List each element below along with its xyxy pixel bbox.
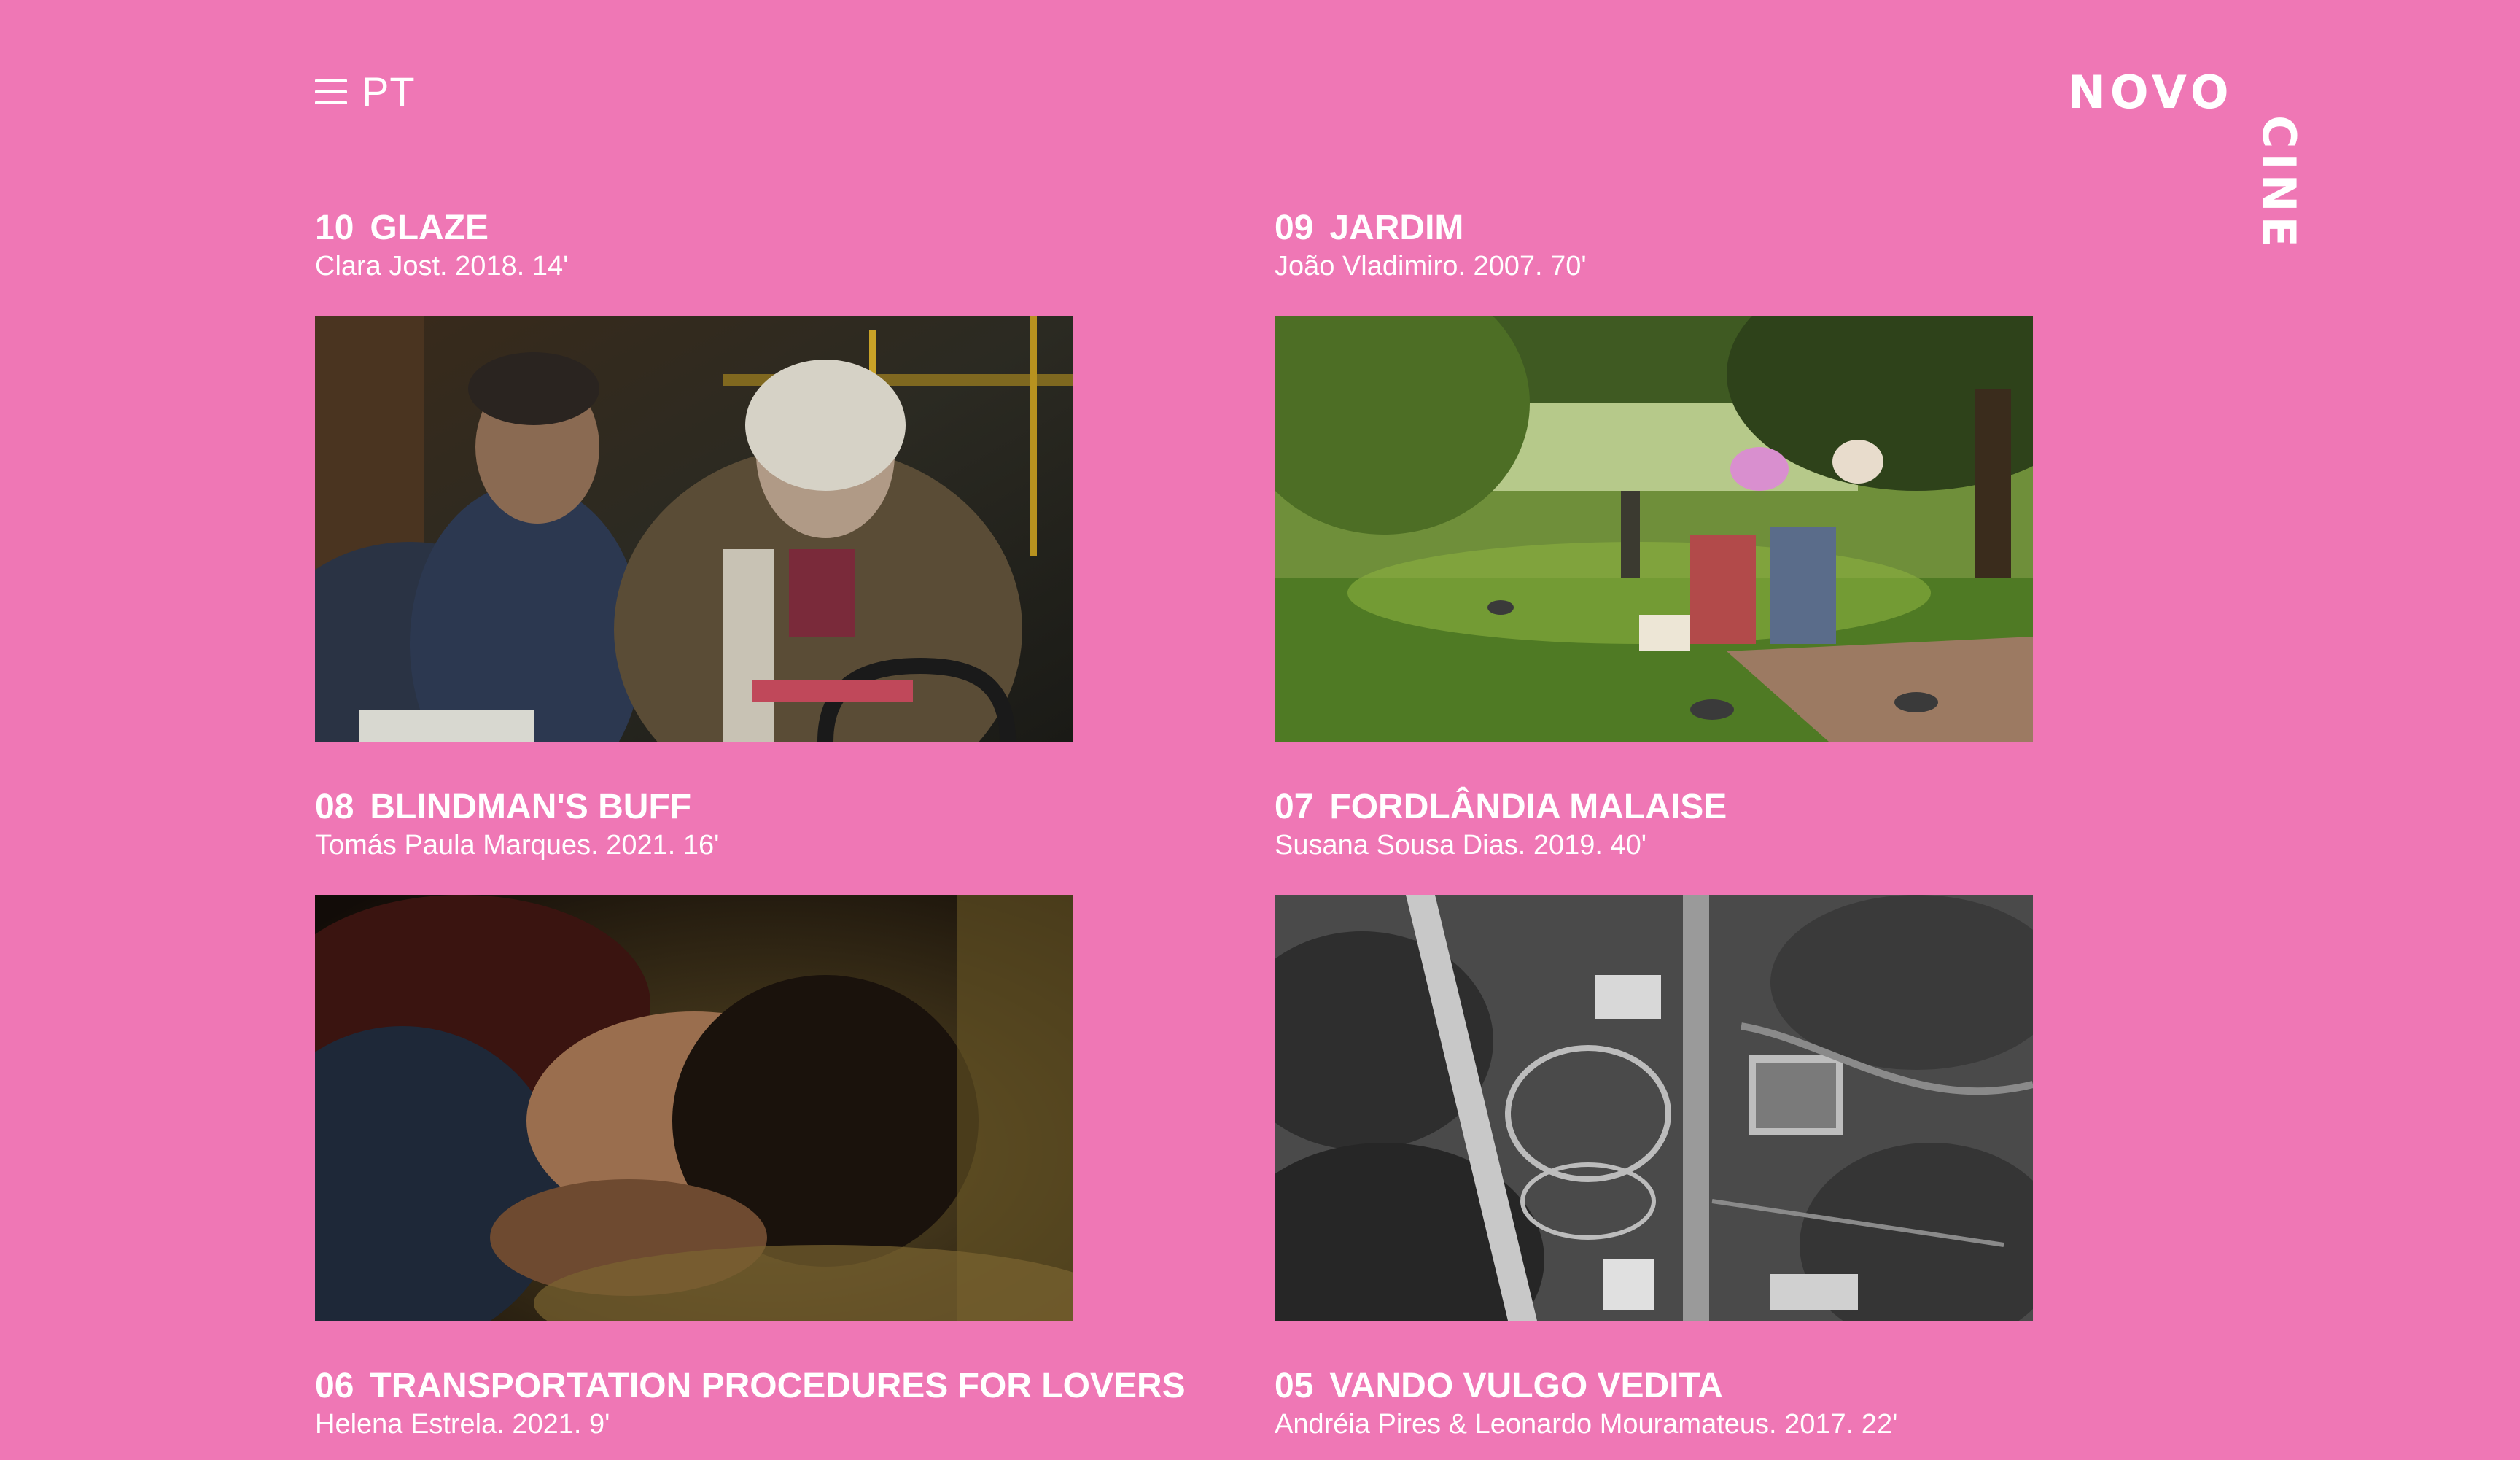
film-card-jardim[interactable]: 09 JARDIM João Vladimiro. 2007. 70' (1275, 208, 2033, 742)
language-switch[interactable]: PT (362, 71, 416, 112)
film-title: 10 GLAZE (315, 208, 1073, 249)
film-credits: Clara Jost. 2018. 14' (315, 251, 569, 281)
film-name: JARDIM (1329, 209, 1464, 247)
film-name: FORDLÂNDIA MALAISE (1329, 788, 1727, 826)
film-credits: Susana Sousa Dias. 2019. 40' (1275, 830, 1647, 861)
menu-language-toggle[interactable]: PT (315, 71, 416, 112)
film-grid: 10 GLAZE Clara Jost. 2018. 14' 09 JARDIM… (315, 208, 2080, 1442)
film-card-fordlandia-malaise[interactable]: 07 FORDLÂNDIA MALAISE Susana Sousa Dias. … (1275, 787, 2033, 1321)
film-credits: Tomás Paula Marques. 2021. 16' (315, 830, 720, 861)
film-title: 07 FORDLÂNDIA MALAISE (1275, 787, 2033, 828)
logo-text-novo: NOVO (2068, 66, 2233, 119)
film-card-transportation-procedures-for-lovers[interactable]: 06 TRANSPORTATION PROCEDURES FOR LOVERS H… (315, 1366, 1186, 1442)
film-title: 08 BLINDMAN'S BUFF (315, 787, 1073, 828)
film-still-image[interactable] (1275, 895, 2033, 1321)
film-still-image[interactable] (1275, 316, 2033, 742)
hamburger-menu-icon[interactable] (315, 79, 347, 104)
film-number: 06 (315, 1367, 354, 1405)
film-number: 05 (1275, 1367, 1314, 1405)
film-still-image[interactable] (315, 895, 1073, 1321)
film-number: 08 (315, 788, 354, 826)
film-name: GLAZE (370, 209, 489, 247)
film-title: 06 TRANSPORTATION PROCEDURES FOR LOVERS (315, 1366, 1186, 1407)
film-credits: Andréia Pires & Leonardo Mouramateus. 20… (1275, 1409, 1898, 1440)
film-credits: Helena Estrela. 2021. 9' (315, 1409, 610, 1440)
film-card-vando-vulgo-vedita[interactable]: 05 VANDO VULGO VEDITA Andréia Pires & Leo… (1275, 1366, 2033, 1442)
film-name: TRANSPORTATION PROCEDURES FOR LOVERS (370, 1367, 1186, 1405)
film-name: BLINDMAN'S BUFF (370, 788, 692, 826)
film-name: VANDO VULGO VEDITA (1329, 1367, 1723, 1405)
film-title: 05 VANDO VULGO VEDITA (1275, 1366, 2033, 1407)
site-logo[interactable]: NOVO CINE (2068, 66, 2306, 267)
page: PT NOVO CINE 10 GLAZE Clara Jost. 2018. 1… (0, 0, 2520, 1460)
logo-text-cine: CINE (2252, 115, 2306, 252)
film-number: 07 (1275, 788, 1314, 826)
film-credits: João Vladimiro. 2007. 70' (1275, 251, 1587, 281)
film-number: 10 (315, 209, 354, 247)
film-title: 09 JARDIM (1275, 208, 2033, 249)
film-still-image[interactable] (315, 316, 1073, 742)
film-number: 09 (1275, 209, 1314, 247)
film-card-glaze[interactable]: 10 GLAZE Clara Jost. 2018. 14' (315, 208, 1073, 742)
film-card-blindmans-buff[interactable]: 08 BLINDMAN'S BUFF Tomás Paula Marques. 2… (315, 787, 1073, 1321)
